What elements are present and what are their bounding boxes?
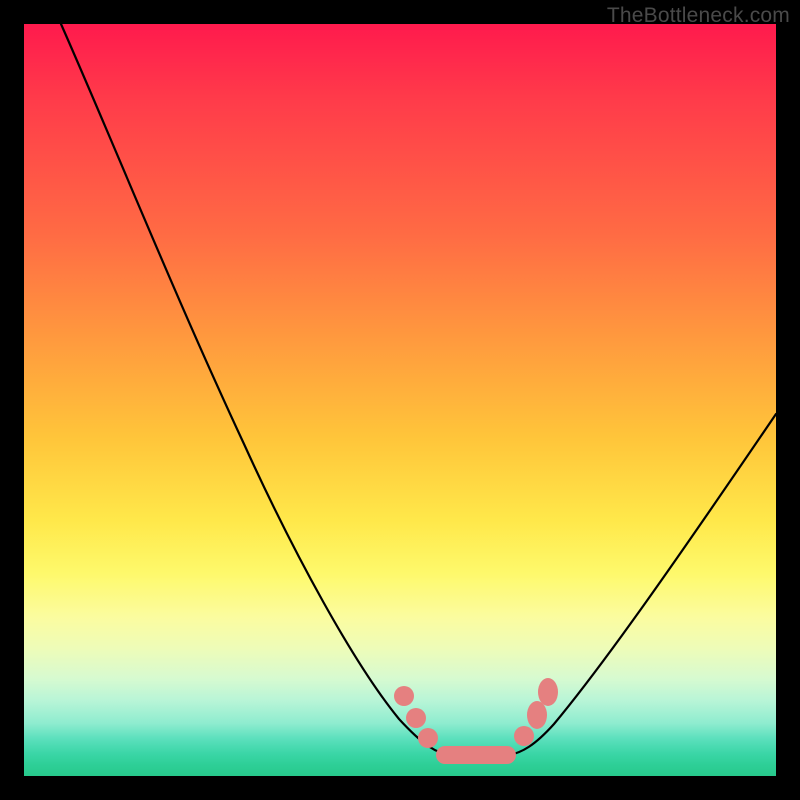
marker-right-mid	[527, 701, 547, 729]
marker-left-upper	[394, 686, 414, 706]
watermark-text: TheBottleneck.com	[607, 4, 790, 28]
bottleneck-curve	[61, 24, 776, 756]
marker-right-upper	[538, 678, 558, 706]
trough-marker	[436, 746, 516, 764]
marker-right-lower	[514, 726, 534, 746]
chart-frame: TheBottleneck.com	[0, 0, 800, 800]
curve-layer	[24, 24, 776, 776]
plot-area	[24, 24, 776, 776]
marker-left-mid	[406, 708, 426, 728]
marker-left-lower	[418, 728, 438, 748]
